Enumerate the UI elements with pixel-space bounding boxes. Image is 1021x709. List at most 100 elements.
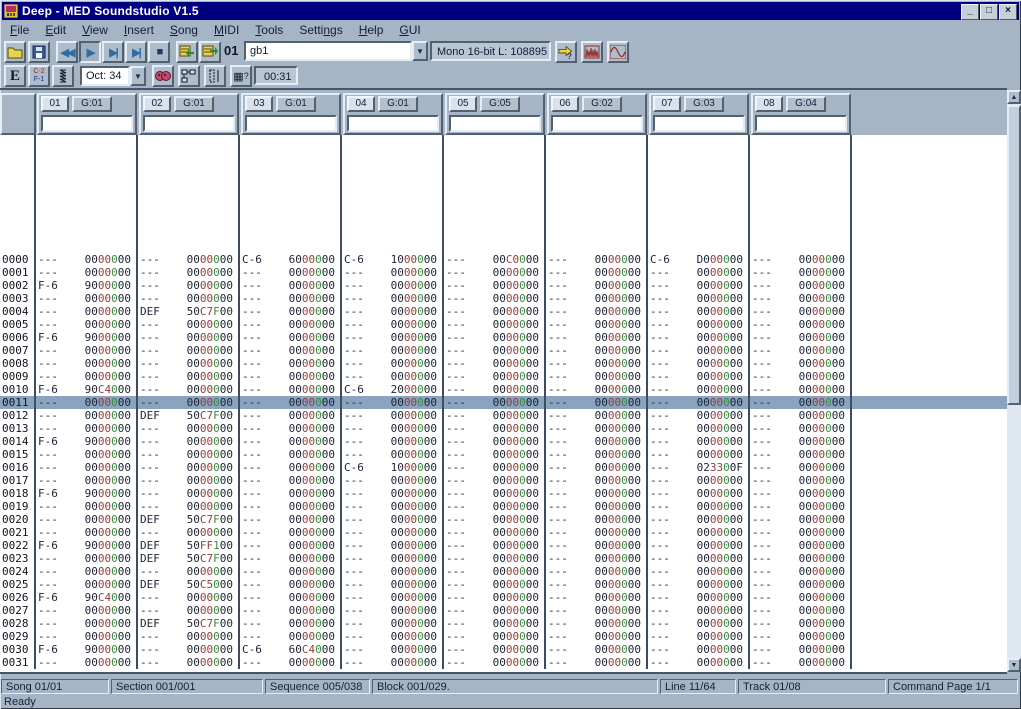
pattern-cell[interactable]: ---0000000 — [750, 500, 852, 513]
pattern-cell[interactable]: F-69000000 — [36, 279, 138, 292]
pattern-cell[interactable]: ---0000000 — [342, 409, 444, 422]
pattern-cell[interactable]: ---0000000 — [750, 253, 852, 266]
pattern-cell[interactable]: ---0000000 — [444, 617, 546, 630]
pattern-cell[interactable]: ---0000000 — [138, 370, 240, 383]
pattern-cell[interactable]: ---0000000 — [36, 344, 138, 357]
pattern-cell[interactable]: ---0000000 — [648, 318, 750, 331]
instrument-name-input[interactable]: gb1 — [244, 41, 412, 61]
pattern-cell[interactable]: ---0000000 — [546, 591, 648, 604]
pattern-cell[interactable]: ---0000000 — [342, 591, 444, 604]
pattern-cell[interactable]: ---0000000 — [240, 266, 342, 279]
pattern-cell[interactable]: ---0000000 — [750, 656, 852, 669]
track-name-input[interactable] — [551, 115, 643, 132]
pattern-cell[interactable]: ---0000000 — [342, 305, 444, 318]
track-number-button[interactable]: 07 — [653, 96, 681, 112]
loop-spring-button[interactable] — [52, 65, 74, 87]
pattern-cell[interactable]: ---0000000 — [750, 344, 852, 357]
pattern-cell[interactable]: ---0000000 — [546, 331, 648, 344]
menu-item-gui[interactable]: GUI — [391, 21, 428, 39]
pattern-cell[interactable]: ---0000000 — [648, 448, 750, 461]
pattern-cell[interactable]: ---0000000 — [342, 565, 444, 578]
pattern-cell[interactable]: ---0000000 — [138, 474, 240, 487]
track-group-button[interactable]: G:05 — [480, 96, 520, 112]
pattern-cell[interactable]: ---0000000 — [444, 266, 546, 279]
pattern-cell[interactable]: ---0000000 — [36, 305, 138, 318]
stop-button[interactable]: ■ — [148, 41, 170, 63]
pattern-cell[interactable]: ---0000000 — [546, 552, 648, 565]
open-button[interactable] — [4, 41, 26, 63]
pattern-cell[interactable]: ---0000000 — [750, 643, 852, 656]
pattern-cell[interactable]: ---0000000 — [444, 656, 546, 669]
pattern-cell[interactable]: ---0000000 — [138, 357, 240, 370]
pattern-cell[interactable]: ---0000000 — [36, 370, 138, 383]
pattern-cell[interactable]: ---0000000 — [342, 331, 444, 344]
pattern-cell[interactable]: ---0000000 — [240, 539, 342, 552]
pattern-cell[interactable]: ---0000000 — [240, 435, 342, 448]
block-next-button[interactable] — [199, 41, 221, 63]
pattern-cell[interactable]: ---0000000 — [648, 643, 750, 656]
pattern-cell[interactable]: ---0000000 — [342, 526, 444, 539]
pattern-cell[interactable]: ---0000000 — [546, 500, 648, 513]
pattern-cell[interactable]: ---0000000 — [240, 409, 342, 422]
pattern-cell[interactable]: ---0000000 — [750, 318, 852, 331]
track-name-input[interactable] — [755, 115, 847, 132]
pattern-cell[interactable]: F-69000000 — [36, 643, 138, 656]
pattern-cell[interactable]: ---0000000 — [444, 474, 546, 487]
pattern-cell[interactable]: ---0000000 — [648, 604, 750, 617]
pattern-cell[interactable]: ---0000000 — [546, 266, 648, 279]
pattern-cell[interactable]: ---0000000 — [648, 344, 750, 357]
menu-item-song[interactable]: Song — [162, 21, 206, 39]
pattern-cell[interactable]: ---0000000 — [546, 279, 648, 292]
pattern-cell[interactable]: ---0000000 — [342, 604, 444, 617]
pattern-cell[interactable]: ---0000000 — [342, 539, 444, 552]
pattern-cell[interactable]: ---0000000 — [648, 513, 750, 526]
pattern-cell[interactable]: DEF50C7F00 — [138, 513, 240, 526]
track-group-button[interactable]: G:04 — [786, 96, 826, 112]
pattern-cell[interactable]: ---0000000 — [750, 604, 852, 617]
pattern-cell[interactable]: ---0000000 — [444, 318, 546, 331]
pattern-cell[interactable]: ---0000000 — [36, 617, 138, 630]
pattern-cell[interactable]: ---0000000 — [240, 474, 342, 487]
pattern-cell[interactable]: ---0000000 — [648, 279, 750, 292]
pattern-cell[interactable]: ---0000000 — [342, 396, 444, 409]
pattern-cell[interactable]: ---0000000 — [240, 617, 342, 630]
pattern-cell[interactable]: ---0000000 — [138, 396, 240, 409]
pattern-cell[interactable]: ---0000000 — [546, 448, 648, 461]
pattern-cell[interactable]: ---0000000 — [546, 409, 648, 422]
pattern-cell[interactable]: ---0000000 — [138, 253, 240, 266]
pattern-cell[interactable]: ---0000000 — [36, 292, 138, 305]
pattern-cell[interactable]: ---0000000 — [750, 630, 852, 643]
rewind-button[interactable]: ◀◀ — [56, 41, 78, 63]
pattern-cell[interactable]: ---0000000 — [36, 461, 138, 474]
pattern-cell[interactable]: ---0000000 — [36, 656, 138, 669]
pattern-cell[interactable]: ---0000000 — [342, 435, 444, 448]
octave-dropdown-button[interactable]: ▼ — [130, 66, 146, 86]
pattern-cell[interactable]: ---0000000 — [342, 487, 444, 500]
pattern-cell[interactable]: ---0000000 — [342, 266, 444, 279]
pattern-cell[interactable]: ---0000000 — [240, 370, 342, 383]
pattern-cell[interactable]: F-690C4000 — [36, 591, 138, 604]
pattern-cell[interactable]: ---0000000 — [648, 383, 750, 396]
pattern-cell[interactable]: DEF50C7F00 — [138, 617, 240, 630]
pattern-cell[interactable]: ---0000000 — [240, 396, 342, 409]
next-block-transport-button[interactable]: ▶| — [125, 41, 147, 63]
pattern-cell[interactable]: ---0000000 — [546, 422, 648, 435]
pattern-cell[interactable]: ---0000000 — [750, 292, 852, 305]
pattern-cell[interactable]: ---0000000 — [444, 552, 546, 565]
play-button[interactable]: ▶ — [79, 41, 101, 63]
pattern-cell[interactable]: DEF50C5000 — [138, 578, 240, 591]
track-name-input[interactable] — [245, 115, 337, 132]
pattern-cell[interactable]: ---0000000 — [750, 396, 852, 409]
pattern-cell[interactable]: ---0000000 — [36, 318, 138, 331]
pattern-cell[interactable]: ---0000000 — [138, 643, 240, 656]
pattern-cell[interactable]: ---0000000 — [648, 474, 750, 487]
pattern-cell[interactable]: ---0000000 — [342, 344, 444, 357]
pattern-cell[interactable]: ---0000000 — [648, 591, 750, 604]
pattern-cell[interactable]: ---0000000 — [444, 396, 546, 409]
pattern-cell[interactable]: ---0000000 — [240, 656, 342, 669]
pattern-cell[interactable]: ---0000000 — [750, 513, 852, 526]
menu-item-file[interactable]: File — [2, 21, 37, 39]
pattern-cell[interactable]: ---0000000 — [138, 448, 240, 461]
pattern-cell[interactable]: ---0000000 — [444, 331, 546, 344]
pattern-cell[interactable]: ---0000000 — [240, 344, 342, 357]
